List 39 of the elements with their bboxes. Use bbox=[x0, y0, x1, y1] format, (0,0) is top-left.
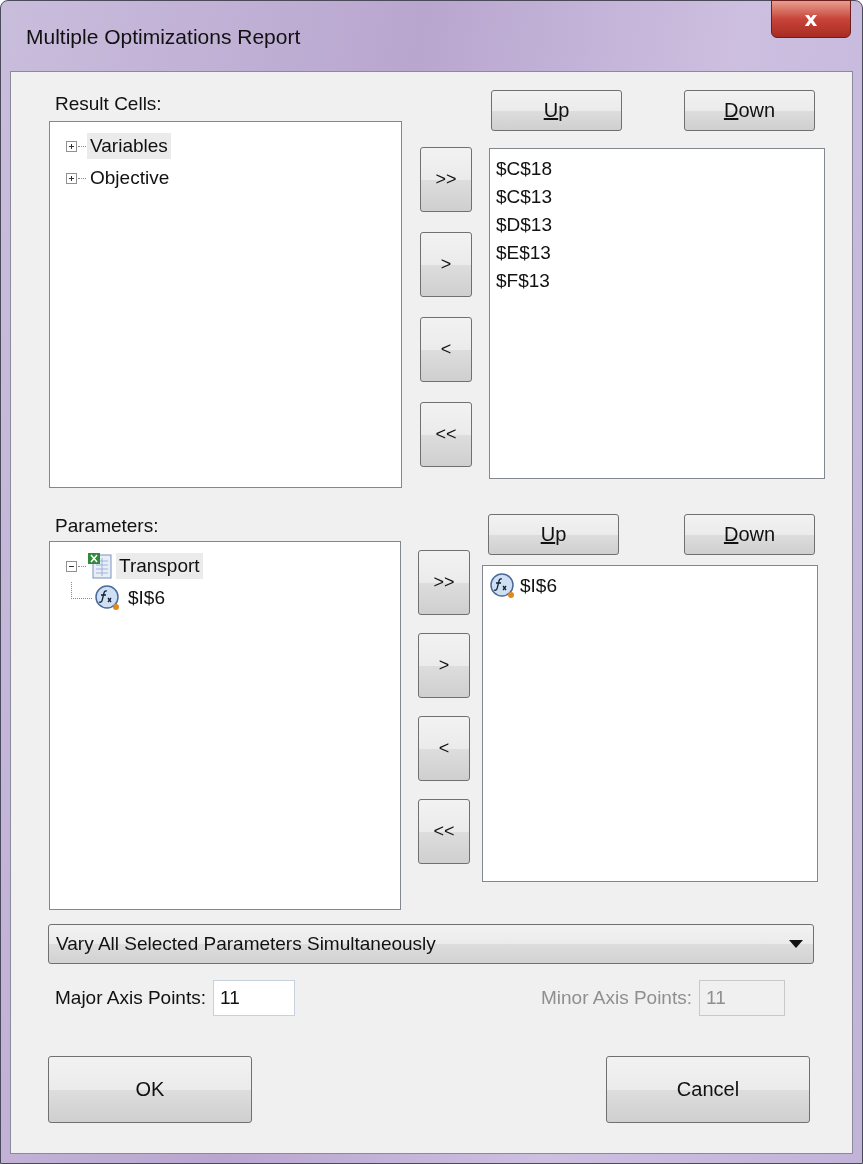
order-button[interactable]: Up bbox=[491, 90, 622, 131]
spreadsheet-icon bbox=[87, 552, 113, 580]
move-button[interactable]: << bbox=[420, 402, 472, 467]
move-button[interactable]: < bbox=[420, 317, 472, 382]
tree-node[interactable]: Objective bbox=[87, 165, 173, 191]
list-item[interactable]: $C$18 bbox=[496, 158, 552, 180]
move-button[interactable]: > bbox=[418, 633, 470, 698]
dropdown-arrow-icon bbox=[789, 940, 803, 948]
field-label: Major Axis Points: bbox=[55, 987, 206, 1009]
list-item[interactable]: $E$13 bbox=[496, 242, 551, 264]
mode-dropdown[interactable]: Vary All Selected Parameters Simultaneously bbox=[48, 924, 814, 964]
expander-icon[interactable] bbox=[66, 172, 77, 184]
tree-node[interactable]: Transport bbox=[116, 553, 203, 579]
tree-node[interactable]: Variables bbox=[87, 133, 171, 159]
expander-icon[interactable] bbox=[66, 560, 77, 572]
list-item[interactable]: $F$13 bbox=[496, 270, 550, 292]
dialog-button[interactable]: Cancel bbox=[606, 1056, 810, 1123]
list-item[interactable]: $C$13 bbox=[496, 186, 552, 208]
list-item[interactable]: $I$6 bbox=[520, 575, 557, 597]
order-button[interactable]: Down bbox=[684, 90, 815, 131]
list-item[interactable]: $D$13 bbox=[496, 214, 552, 236]
window-title: Multiple Optimizations Report bbox=[26, 25, 301, 49]
expander-icon[interactable] bbox=[66, 140, 77, 152]
move-button[interactable]: < bbox=[418, 716, 470, 781]
move-button[interactable]: >> bbox=[420, 147, 472, 212]
section-label: Parameters: bbox=[55, 515, 160, 538]
move-button[interactable]: > bbox=[420, 232, 472, 297]
order-button[interactable]: Up bbox=[488, 514, 619, 555]
input-field[interactable]: 11 bbox=[213, 980, 295, 1016]
dialog-button[interactable]: OK bbox=[48, 1056, 252, 1123]
close-button[interactable]: x bbox=[771, 0, 851, 38]
function-icon bbox=[94, 584, 122, 612]
order-button[interactable]: Down bbox=[684, 514, 815, 555]
section-label: Result Cells: bbox=[55, 93, 163, 116]
function-icon bbox=[489, 572, 517, 600]
field-label: Minor Axis Points: bbox=[541, 987, 692, 1009]
tree-node[interactable]: $I$6 bbox=[125, 585, 168, 611]
move-button[interactable]: >> bbox=[418, 550, 470, 615]
move-button[interactable]: << bbox=[418, 799, 470, 864]
